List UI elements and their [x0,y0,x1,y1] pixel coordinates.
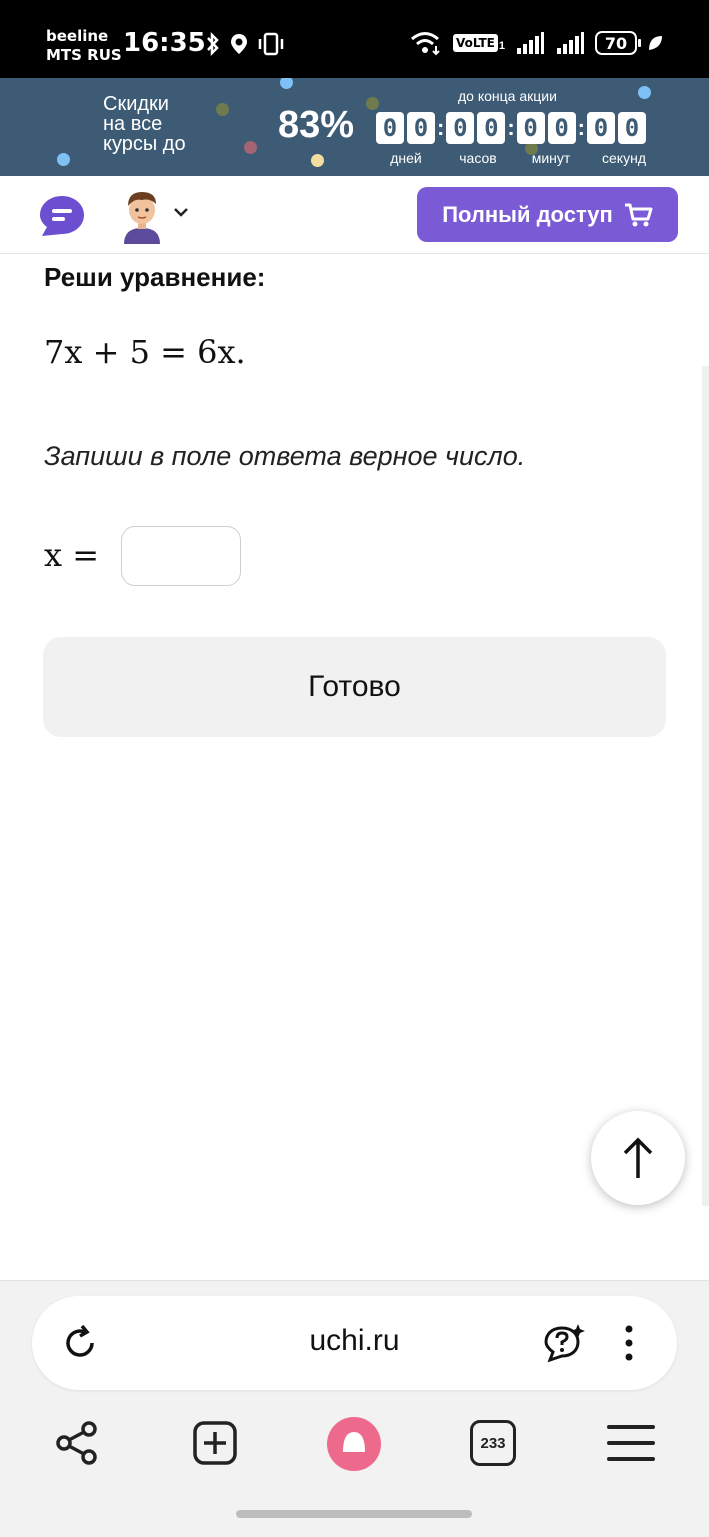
decor-dot [638,86,651,99]
status-bar: beeline MTS RUS 16:35 VoLTE 1 70 [0,0,709,78]
timer-digit: 0 [407,112,435,144]
promo-line-3: курсы до [103,133,186,155]
status-icons-right: VoLTE 1 70 [409,30,663,56]
status-icons-left [205,32,285,56]
timer-digit: 0 [617,112,646,144]
tabs-icon[interactable]: 233 [470,1420,516,1466]
timer-label-hours: часов [459,150,497,166]
chat-bubble-icon[interactable] [38,194,86,243]
signal-icon-2 [557,32,584,54]
alice-icon[interactable] [326,1416,382,1477]
promo-banner[interactable]: Скидки на все курсы до 83% до конца акци… [0,78,709,176]
timer-digit: 0 [586,112,615,144]
vibrate-icon [258,32,284,56]
promo-text: Скидки на все курсы до [103,94,186,154]
scrollbar-track[interactable] [702,366,709,1206]
chevron-down-icon[interactable] [172,206,190,225]
timer-label-days: дней [390,150,422,166]
location-icon [231,34,247,54]
more-icon[interactable] [622,1324,636,1369]
arrow-up-icon [623,1137,653,1178]
done-button[interactable]: Готово [43,637,666,737]
timer-label-minutes: минут [531,150,571,166]
decor-dot [57,153,70,166]
promo-percent: 83% [278,104,355,146]
timer-digit: 0 [477,112,506,144]
browser-bottom-nav: 233 [0,1405,709,1485]
decor-dot [366,97,379,110]
timer-digit: 0 [446,112,475,144]
leaf-icon [649,36,662,50]
assistant-icon[interactable] [542,1322,586,1369]
decor-dot [244,141,257,154]
timer-separator: : [437,115,445,140]
volte-badge: VoLTE [452,34,498,52]
timer-separator: : [507,115,515,140]
carrier-names: beeline MTS RUS [46,27,122,65]
battery-level: 70 [604,33,628,53]
sim-index: 1 [498,40,505,52]
timer-digit: 0 [516,112,545,144]
decor-dot [280,78,293,89]
volte-indicator: VoLTE 1 [452,34,505,52]
address-bar[interactable]: uchi.ru [32,1296,677,1390]
cart-icon [624,203,653,226]
full-access-button[interactable]: Полный доступ [417,187,678,242]
carrier-1: beeline [46,27,109,45]
wifi-icon [410,32,440,56]
clock: 16:35 [123,28,206,58]
tabs-count: 233 [470,1420,516,1466]
timer-digit: 0 [376,112,404,144]
boy-avatar-icon[interactable] [120,188,164,249]
bluetooth-icon [207,32,219,56]
task-title: Реши уравнение: [44,262,266,292]
decor-dot [311,154,324,167]
site-header: Полный доступ [0,176,709,254]
new-tab-icon[interactable] [192,1420,238,1471]
timer-separator: : [577,115,585,140]
answer-input[interactable] [121,526,241,586]
timer-label-seconds: секунд [602,150,646,166]
countdown-timer: 0 0 : 0 0 : 0 0 : 0 0 [376,112,649,144]
carrier-2: MTS RUS [46,46,122,64]
menu-icon[interactable] [606,1420,656,1471]
task-hint: Запиши в поле ответа верное число. [44,441,526,471]
signal-icon-1 [517,32,544,54]
promo-until-label: до конца акции [458,88,557,104]
equation: 7x + 5 = 6x. [44,333,246,371]
answer-label: x = [44,536,100,574]
promo-line-2: на все [103,113,163,135]
home-indicator[interactable] [236,1510,472,1518]
decor-dot [216,103,229,116]
battery-indicator: 70 [595,31,641,55]
scroll-to-top-button[interactable] [591,1111,685,1205]
promo-line-1: Скидки [103,93,169,115]
full-access-label: Полный доступ [442,201,613,227]
share-icon[interactable] [54,1420,100,1471]
timer-digit: 0 [547,112,576,144]
